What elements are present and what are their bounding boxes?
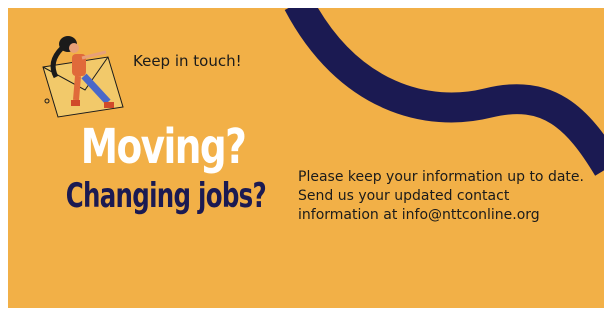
update-info-message: Please keep your information up to date.…	[298, 168, 598, 225]
woman-with-envelope-icon	[42, 36, 124, 118]
message-line: Please keep your information up to date.	[298, 169, 584, 185]
subheadline: Changing jobs?	[65, 176, 267, 216]
message-line: Send us your updated contact	[298, 188, 510, 204]
headline: Moving?	[80, 119, 247, 175]
message-line: information at info@nttconline.org	[298, 207, 540, 223]
tagline: Keep in touch!	[133, 52, 242, 70]
contact-update-card: Keep in touch! Moving? Changing jobs? Pl…	[8, 8, 604, 308]
